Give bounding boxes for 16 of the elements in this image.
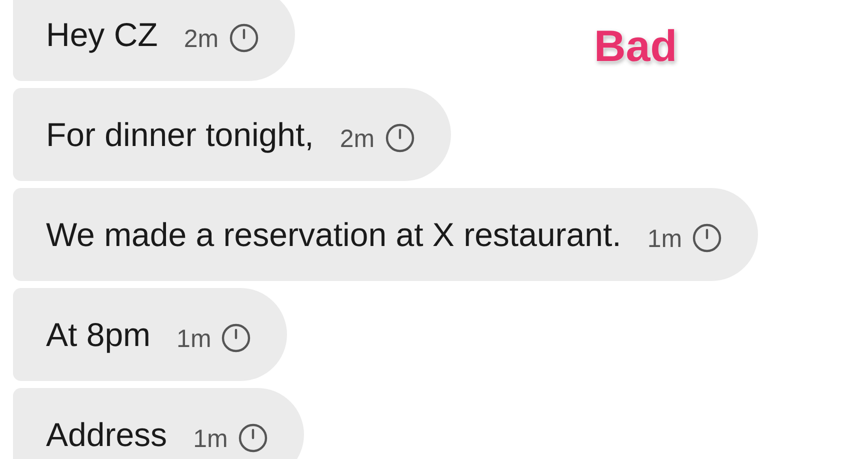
- clock-icon: [221, 322, 252, 352]
- clock-icon: [228, 22, 259, 52]
- clock-icon: [238, 422, 268, 452]
- clock-icon: [384, 122, 415, 152]
- annotation-label: Bad: [594, 22, 678, 71]
- message-text: We made a reservation at X restaurant.: [46, 216, 622, 254]
- message-time: 1m: [647, 225, 682, 254]
- message-text: For dinner tonight,: [46, 116, 314, 154]
- message-text: Address: [46, 416, 168, 454]
- message-text: Hey CZ: [46, 16, 158, 54]
- message-time: 1m: [193, 425, 228, 454]
- message-time: 2m: [340, 125, 375, 154]
- message-text: At 8pm: [46, 316, 151, 354]
- clock-icon: [692, 222, 722, 252]
- message-time: 1m: [176, 325, 212, 354]
- message-time: 2m: [184, 25, 219, 54]
